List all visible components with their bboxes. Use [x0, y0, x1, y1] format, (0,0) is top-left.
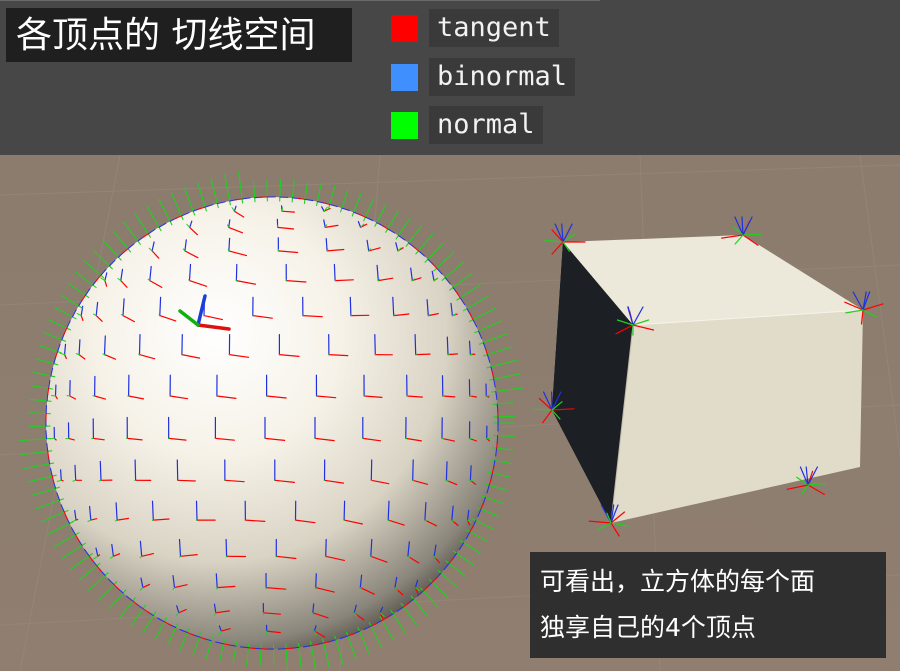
title-box: 各顶点的 切线空间 — [6, 8, 352, 62]
legend-label-normal: normal — [429, 106, 543, 144]
legend-swatch-normal — [391, 112, 418, 139]
caption-line-1: 可看出，立方体的每个面 — [540, 567, 816, 596]
legend-label-binormal: binormal — [429, 58, 576, 96]
header-divider — [0, 0, 600, 1]
caption-line-2: 独享自己的4个顶点 — [540, 613, 756, 642]
page-title: 各顶点的 切线空间 — [16, 15, 316, 56]
sphere-surface — [46, 197, 498, 649]
legend-swatch-tangent — [391, 15, 418, 42]
legend-swatch-binormal — [391, 64, 418, 91]
legend-label-tangent: tangent — [429, 9, 559, 47]
caption-box: 可看出，立方体的每个面 独享自己的4个顶点 — [530, 552, 886, 658]
header-panel: 各顶点的 切线空间 tangent binormal normal — [0, 0, 900, 155]
